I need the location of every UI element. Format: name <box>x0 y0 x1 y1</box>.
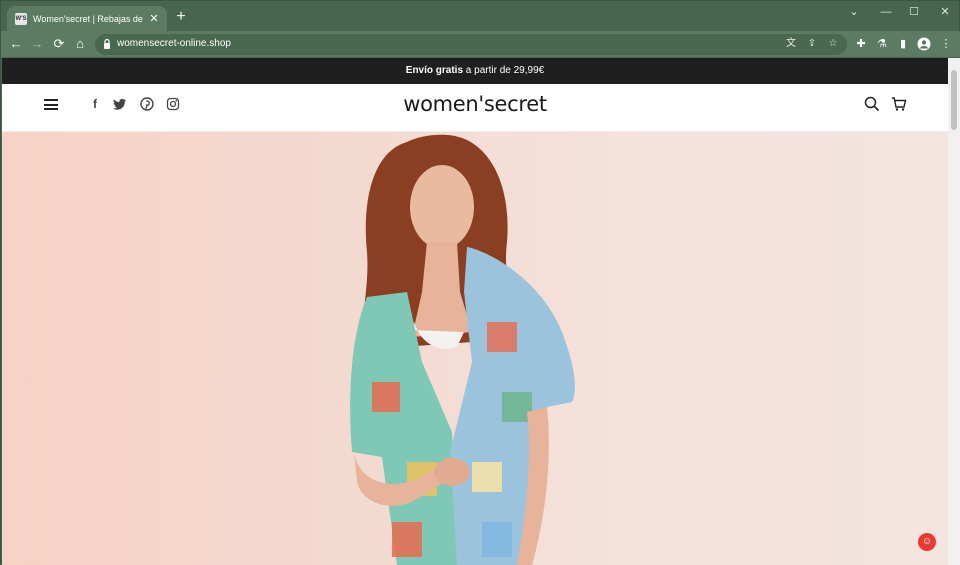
promo-text: a partir de 29,99€ <box>463 65 545 76</box>
new-tab-button[interactable]: + <box>173 9 189 25</box>
home-icon[interactable]: ⌂ <box>72 36 88 52</box>
web-page: Envío gratis a partir de 29,99€ f women'… <box>2 58 948 565</box>
tab-active[interactable]: W'S Women'secret | Rebajas de verano ✕ <box>7 6 167 32</box>
favicon-icon: W'S <box>15 13 27 25</box>
back-icon[interactable]: ← <box>8 36 24 52</box>
browser-window: W'S Women'secret | Rebajas de verano ✕ +… <box>0 0 960 565</box>
url-text: womensecret-online.shop <box>117 38 231 49</box>
promo-bold: Envío gratis <box>405 65 464 76</box>
forward-icon[interactable]: → <box>29 36 45 52</box>
share-icon[interactable]: ⇪ <box>805 37 819 51</box>
tab-strip: W'S Women'secret | Rebajas de verano ✕ +… <box>1 1 960 32</box>
address-bar[interactable]: womensecret-online.shop 文 ⇪ ☆ <box>95 34 847 55</box>
side-panel-icon[interactable]: ▮ <box>895 36 911 52</box>
tab-title: Women'secret | Rebajas de verano <box>33 14 143 24</box>
site-header: f women'secret <box>2 84 948 132</box>
scrollbar-thumb[interactable] <box>951 70 957 130</box>
extensions-icon[interactable]: ✚ <box>853 36 869 52</box>
hero-model-image <box>350 134 575 565</box>
site-logo[interactable]: women'secret <box>2 92 948 116</box>
lock-icon <box>104 38 110 49</box>
chat-support-icon[interactable]: ☺ <box>918 533 936 551</box>
cart-icon[interactable] <box>891 96 907 112</box>
labs-flask-icon[interactable]: ⚗ <box>874 36 890 52</box>
maximize-button[interactable]: ☐ <box>907 5 921 19</box>
translate-icon[interactable]: 文 <box>784 37 798 51</box>
browser-toolbar: ← → ⟳ ⌂ womensecret-online.shop 文 ⇪ ☆ ✚ … <box>1 31 960 57</box>
profile-avatar-icon[interactable] <box>916 36 932 52</box>
page-scrollbar[interactable] <box>948 58 960 565</box>
promo-banner: Envío gratis a partir de 29,99€ <box>2 58 948 84</box>
close-window-button[interactable]: ✕ <box>938 5 952 19</box>
menu-kebab-icon[interactable]: ⋮ <box>938 36 954 52</box>
search-icon[interactable] <box>864 96 880 112</box>
tab-search-icon[interactable]: ⌄ <box>847 5 861 19</box>
tab-close-icon[interactable]: ✕ <box>147 12 161 26</box>
reload-icon[interactable]: ⟳ <box>51 36 67 52</box>
hero-banner[interactable] <box>2 132 948 565</box>
minimize-button[interactable]: — <box>879 5 893 19</box>
bookmark-star-icon[interactable]: ☆ <box>826 37 840 51</box>
